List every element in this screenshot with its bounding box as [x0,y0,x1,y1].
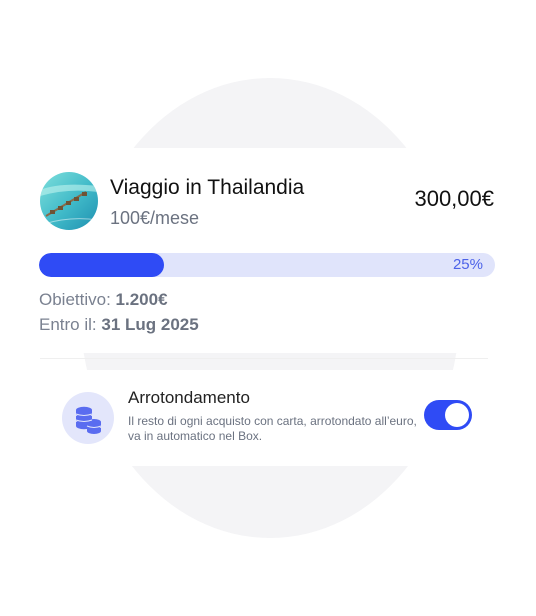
goal-target-label: Obiettivo: [39,290,111,309]
coins-icon [62,392,114,444]
goal-deadline: Entro il: 31 Lug 2025 [39,315,199,335]
goal-monthly-amount: 100€/mese [110,208,200,228]
goal-image [40,172,98,230]
divider [40,358,488,359]
toggle-knob [445,403,469,427]
rounding-title: Arrotondamento [128,388,250,407]
goal-deadline-label: Entro il: [39,315,97,334]
goal-target-value: 1.200€ [115,290,168,309]
goal-progress-fill [39,253,165,277]
goal-card[interactable]: Viaggio in Thailandia 100€/mese 300,00€ … [18,148,518,353]
goal-progress-percent: 25% [452,256,483,273]
rounding-toggle[interactable] [424,400,472,430]
rounding-section: Arrotondamento Il resto di ogni acquisto… [40,370,508,466]
goal-deadline-value: 31 Lug 2025 [101,315,199,334]
goal-title: Viaggio in Thailandia [110,176,305,199]
goal-saved-amount: 300,00€ [414,186,494,211]
rounding-description: Il resto di ogni acquisto con carta, arr… [128,414,417,443]
goal-target: Obiettivo: 1.200€ [39,290,168,310]
goal-progress-bar: 25% [39,253,495,277]
